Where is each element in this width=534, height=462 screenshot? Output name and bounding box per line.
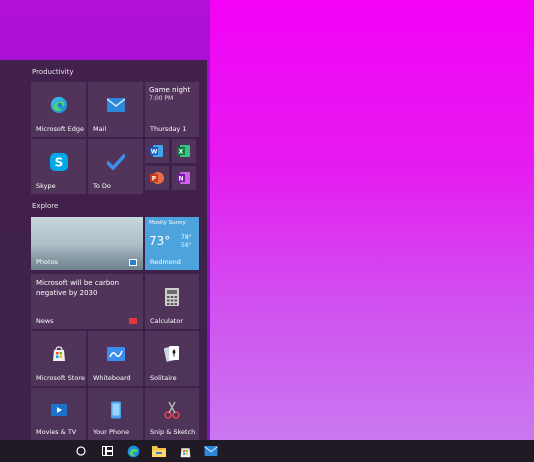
calendar-date: Thursday 1 [150,125,187,133]
store-icon [51,346,67,362]
task-view-button[interactable] [94,440,120,462]
svg-text:S: S [54,156,63,170]
tile-solitaire[interactable]: Solitaire [145,331,199,386]
tile-excel[interactable]: X [172,139,196,163]
tile-your-phone[interactable]: Your Phone [88,388,143,440]
tile-label: News [36,317,54,325]
tile-microsoft-edge[interactable]: Microsoft Edge [31,82,86,137]
taskbar [0,440,534,462]
tile-label: Microsoft Edge [36,125,85,133]
tile-onenote[interactable]: N [172,166,196,190]
taskbar-edge-button[interactable] [120,440,146,462]
onenote-icon: N [177,172,190,184]
weather-city: Redmond [150,258,181,266]
whiteboard-icon [106,347,125,362]
tile-weather[interactable]: Mostly Sunny 73° 78° 58° Redmond [145,217,199,270]
powerpoint-icon: P [150,172,164,184]
tile-to-do[interactable]: To Do [88,139,143,194]
svg-text:X: X [179,149,184,156]
tile-movies-tv[interactable]: Movies & TV [31,388,86,440]
checkmark-icon [106,154,125,171]
calendar-event-time: 7:00 PM [149,95,174,102]
tile-mail[interactable]: Mail [88,82,143,137]
weather-temperature: 73° [149,234,171,248]
store-icon [180,447,190,457]
cards-icon [164,345,180,363]
file-explorer-icon [152,446,166,457]
tile-label: To Do [93,182,111,190]
movies-icon [50,402,67,418]
tile-word[interactable]: W [145,139,169,163]
svg-text:N: N [178,176,183,183]
tile-label: Snip & Sketch [150,428,196,436]
tile-label: Photos [36,258,58,266]
search-circle-icon [76,446,86,456]
skype-icon: S [49,153,68,172]
calendar-event-title: Game night [149,86,191,94]
tile-microsoft-store[interactable]: Microsoft Store [31,331,86,386]
svg-text:P: P [152,176,157,183]
tile-label: Whiteboard [93,374,131,382]
tile-photos[interactable]: Photos [31,217,143,270]
group-label-productivity: Productivity [32,68,74,76]
cortana-button[interactable] [68,440,94,462]
tile-news[interactable]: Microsoft will be carbon negative by 203… [31,274,143,329]
word-icon: W [150,145,163,157]
news-icon [129,318,137,324]
taskbar-mail-button[interactable] [198,440,224,462]
tile-label: Calculator [150,317,184,325]
tile-whiteboard[interactable]: Whiteboard [88,331,143,386]
tile-skype[interactable]: S Skype [31,139,86,194]
news-headline: Microsoft will be carbon negative by 203… [36,279,120,297]
start-menu: Productivity Microsoft Edge Mail Game ni… [0,60,207,440]
weather-low: 58° [181,242,192,249]
snip-icon [164,401,180,419]
phone-icon [110,401,121,419]
group-label-explore: Explore [32,202,59,210]
tile-label: Skype [36,182,56,190]
edge-icon [50,96,68,114]
tile-label: Movies & TV [36,428,77,436]
svg-text:W: W [151,149,158,156]
weather-condition: Mostly Sunny [149,220,186,226]
edge-icon [127,445,139,457]
tile-label: Microsoft Store [36,374,85,382]
tile-label: Solitaire [150,374,177,382]
tile-label: Mail [93,125,107,133]
tile-powerpoint[interactable]: P [145,166,169,190]
excel-icon: X [177,145,190,157]
tile-label: Your Phone [93,428,130,436]
weather-high: 78° [181,234,192,241]
mail-icon [204,446,218,456]
tile-calendar[interactable]: Game night 7:00 PM Thursday 1 [145,82,199,137]
taskbar-store-button[interactable] [172,440,198,462]
calculator-icon [165,288,179,307]
photos-icon [129,259,137,266]
task-view-icon [101,446,113,456]
taskbar-file-explorer-button[interactable] [146,440,172,462]
tile-calculator[interactable]: Calculator [145,274,199,329]
mail-icon [106,98,125,113]
tile-snip-sketch[interactable]: Snip & Sketch [145,388,199,440]
